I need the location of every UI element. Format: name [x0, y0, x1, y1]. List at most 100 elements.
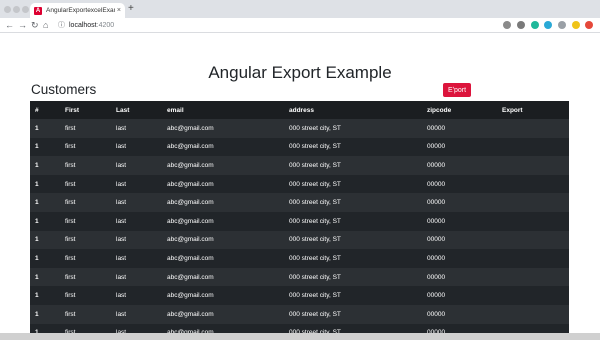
column-header-email: email [167, 106, 184, 114]
cell-last-name: last [116, 180, 127, 188]
cell-export-cell [497, 305, 569, 324]
cell-export-cell [497, 324, 569, 333]
profile-avatar-icon[interactable] [572, 21, 580, 29]
cell-last-name: last [116, 292, 127, 300]
bottom-edge [0, 333, 600, 340]
table-row: 1 first last abc@gmail.com 000 street city, … [30, 137, 569, 157]
cell-first-name: first [65, 329, 76, 333]
column-header-last: Last [116, 106, 130, 114]
cell-email: abc@gmail.com [167, 254, 214, 262]
cell-first-name: first [65, 124, 76, 132]
customers-table: # First Last email address zipcode Expor… [30, 101, 569, 333]
cell-first-name: first [65, 180, 76, 188]
cell-zipcode: 00000 [427, 217, 446, 225]
cell-last-name: last [116, 273, 127, 281]
cell-address: 000 street city, ST [289, 329, 341, 333]
cell-first-name: first [65, 161, 76, 169]
cell-zipcode: 00000 [427, 273, 446, 281]
cell-row-number: 1 [35, 199, 39, 207]
cell-zipcode: 00000 [427, 143, 446, 151]
download-icon[interactable] [517, 21, 525, 29]
cell-email: abc@gmail.com [167, 161, 214, 169]
cell-export-cell [497, 286, 569, 305]
cell-export-cell [497, 249, 569, 268]
tab-close-icon[interactable]: × [117, 7, 121, 14]
cell-address: 000 street city, ST [289, 124, 341, 132]
cell-row-number: 1 [35, 161, 39, 169]
new-tab-icon[interactable]: + [128, 3, 134, 15]
cell-export-cell [497, 231, 569, 250]
cell-row-number: 1 [35, 254, 39, 262]
export-button[interactable]: Eʹport [443, 83, 471, 97]
cell-first-name: first [65, 217, 76, 225]
cell-row-number: 1 [35, 217, 39, 225]
extension-green-icon[interactable] [531, 21, 539, 29]
cell-zipcode: 00000 [427, 199, 446, 207]
cell-zipcode: 00000 [427, 329, 446, 333]
bookmark-star-icon[interactable] [503, 21, 511, 29]
cell-email: abc@gmail.com [167, 292, 214, 300]
cell-address: 000 street city, ST [289, 310, 341, 318]
cell-export-cell [497, 212, 569, 231]
cell-row-number: 1 [35, 329, 39, 333]
cell-last-name: last [116, 329, 127, 333]
cast-icon[interactable] [558, 21, 566, 29]
browser-toolbar: ← → ↻ ⌂ ⓘ localhost :4200 [0, 18, 600, 33]
reload-icon[interactable]: ↻ [31, 19, 39, 31]
cell-email: abc@gmail.com [167, 180, 214, 188]
cell-export-cell [497, 156, 569, 175]
cell-last-name: last [116, 199, 127, 207]
window-minimize-icon[interactable] [13, 6, 20, 13]
cell-email: abc@gmail.com [167, 217, 214, 225]
cell-first-name: first [65, 254, 76, 262]
cell-row-number: 1 [35, 180, 39, 188]
cell-first-name: first [65, 143, 76, 151]
cell-last-name: last [116, 217, 127, 225]
url-port: :4200 [96, 21, 115, 29]
tab-title: AngularExportexcelExample [46, 7, 115, 14]
cell-email: abc@gmail.com [167, 236, 214, 244]
cell-email: abc@gmail.com [167, 143, 214, 151]
table-row: 1 first last abc@gmail.com 000 street city, … [30, 304, 569, 324]
cell-zipcode: 00000 [427, 236, 446, 244]
forward-icon[interactable]: → [18, 19, 27, 31]
extension-blue-icon[interactable] [544, 21, 552, 29]
table-row: 1 first last abc@gmail.com 000 street city, … [30, 156, 569, 175]
cell-zipcode: 00000 [427, 254, 446, 262]
cell-row-number: 1 [35, 236, 39, 244]
cell-export-cell [497, 119, 569, 138]
window-maximize-icon[interactable] [22, 6, 29, 13]
cell-last-name: last [116, 124, 127, 132]
table-row: 1 first last abc@gmail.com 000 street city, … [30, 193, 569, 212]
cell-zipcode: 00000 [427, 310, 446, 318]
extension-red-icon[interactable] [585, 21, 593, 29]
cell-email: abc@gmail.com [167, 199, 214, 207]
cell-row-number: 1 [35, 273, 39, 281]
cell-email: abc@gmail.com [167, 329, 214, 333]
cell-last-name: last [116, 143, 127, 151]
cell-export-cell [497, 268, 569, 287]
table-row: 1 first last abc@gmail.com 000 street city, … [30, 174, 569, 194]
url-host: localhost [69, 21, 97, 29]
cell-last-name: last [116, 236, 127, 244]
cell-export-cell [497, 175, 569, 194]
window-close-icon[interactable] [4, 6, 11, 13]
site-info-icon[interactable]: ⓘ [58, 20, 65, 30]
table-body: 1 first last abc@gmail.com 000 street city, … [30, 119, 569, 333]
cell-address: 000 street city, ST [289, 143, 341, 151]
table-row: 1 first last abc@gmail.com 000 street city, … [30, 230, 569, 250]
table-row: 1 first last abc@gmail.com 000 street city, … [30, 249, 569, 268]
cell-zipcode: 00000 [427, 161, 446, 169]
column-header-export: Export [502, 106, 523, 114]
cell-address: 000 street city, ST [289, 236, 341, 244]
home-icon[interactable]: ⌂ [43, 19, 48, 31]
cell-first-name: first [65, 292, 76, 300]
cell-zipcode: 00000 [427, 292, 446, 300]
browser-tab[interactable]: A AngularExportexcelExample × [30, 3, 125, 18]
cell-address: 000 street city, ST [289, 254, 341, 262]
cell-address: 000 street city, ST [289, 273, 341, 281]
address-bar[interactable]: ⓘ localhost :4200 [58, 19, 528, 31]
cell-row-number: 1 [35, 143, 39, 151]
back-icon[interactable]: ← [5, 19, 14, 31]
table-row: 1 first last abc@gmail.com 000 street city, … [30, 211, 569, 231]
